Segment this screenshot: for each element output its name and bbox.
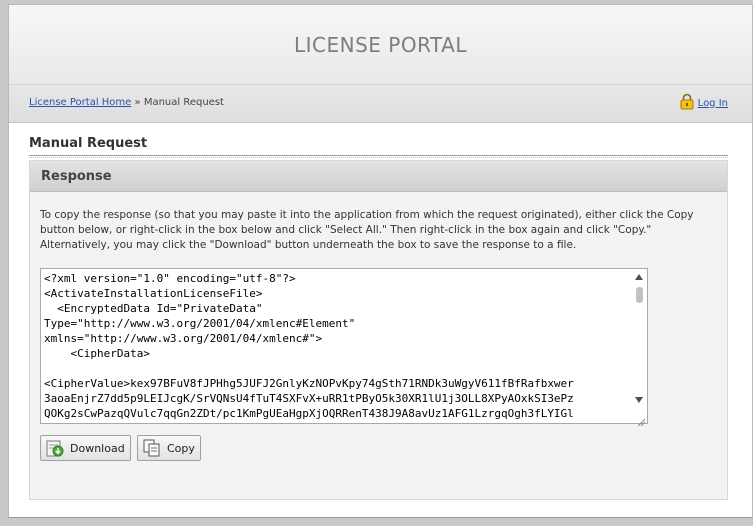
response-content[interactable]: <?xml version="1.0" encoding="utf-8"?> <… (44, 271, 630, 419)
response-heading: Response (41, 169, 112, 184)
page-title: Manual Request (29, 136, 148, 151)
breadcrumb: License Portal Home » Manual Request (29, 97, 224, 108)
response-panel: Response To copy the response (so that y… (29, 160, 728, 500)
breadcrumb-home-link[interactable]: License Portal Home (29, 97, 131, 108)
copy-button[interactable]: Copy (137, 435, 201, 461)
lock-icon (680, 93, 694, 113)
login-link[interactable]: Log In (698, 98, 728, 109)
textarea-scrollbar[interactable] (632, 269, 647, 423)
breadcrumb-current: Manual Request (143, 97, 224, 108)
login-area[interactable]: Log In (680, 93, 728, 113)
portal-frame: LICENSE PORTAL License Portal Home » Man… (8, 4, 753, 518)
breadcrumb-bar: License Portal Home » Manual Request Log… (9, 85, 752, 123)
breadcrumb-separator: » (134, 97, 141, 108)
response-instructions: To copy the response (so that you may pa… (40, 209, 694, 251)
copy-icon (142, 438, 162, 458)
scroll-thumb[interactable] (636, 287, 643, 303)
page-header-title: LICENSE PORTAL (293, 33, 468, 57)
response-textarea[interactable]: <?xml version="1.0" encoding="utf-8"?> <… (40, 268, 648, 427)
response-panel-header: Response (30, 161, 727, 192)
resize-grip-icon[interactable] (636, 412, 646, 427)
header: LICENSE PORTAL (9, 5, 752, 85)
scroll-down-arrow-icon[interactable] (635, 397, 643, 403)
copy-label: Copy (167, 441, 195, 455)
title-divider (29, 155, 728, 158)
scroll-up-arrow-icon[interactable] (635, 274, 643, 280)
download-icon (45, 438, 65, 458)
download-button[interactable]: Download (40, 435, 131, 461)
download-label: Download (70, 441, 125, 455)
